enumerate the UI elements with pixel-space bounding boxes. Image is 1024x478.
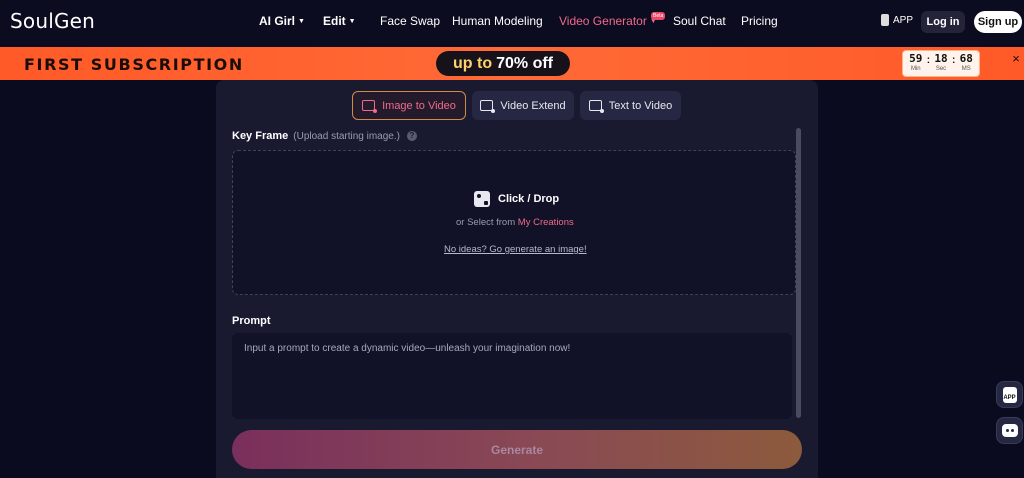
prompt-input[interactable] [232,333,792,419]
login-button[interactable]: Log in [921,11,965,33]
tab-video-extend-label: Video Extend [500,99,566,112]
nav-pricing[interactable]: Pricing [741,14,778,28]
soulgen-logo[interactable]: SoulGen [10,9,95,33]
generate-button[interactable]: Generate [232,430,802,469]
key-frame-label: Key Frame [232,130,289,142]
dice-upload-icon [474,191,490,207]
countdown-timer: 59 Min : 18 Sec : 68 MS [902,50,980,77]
tab-text-to-video[interactable]: Text to Video [580,91,681,120]
select-prefix: or Select from [456,217,518,228]
key-frame-hint: (Upload starting image.) [293,130,400,142]
app-download-link[interactable]: APP [881,14,913,26]
timer-ms-value: 68 [959,51,973,65]
timer-minutes: 59 Min [909,51,923,74]
dropzone-title[interactable]: Click / Drop [474,191,559,207]
promo-banner[interactable]: FIRST SUBSCRIPTION up to 70% off [0,47,1024,80]
timer-sec-value: 18 [934,51,948,65]
tab-text-to-video-label: Text to Video [608,99,673,112]
timer-min-value: 59 [909,51,923,65]
select-from-creations: or Select from My Creations [456,217,574,228]
tab-image-to-video-label: Image to Video [382,99,456,112]
caret-down-icon: ▼ [298,18,305,25]
phone-icon [881,14,889,26]
nav-ai-girl[interactable]: AI Girl ▼ [259,14,305,28]
timer-min-label: Min [910,65,921,72]
signup-button[interactable]: Sign up [974,11,1022,33]
prompt-label: Prompt [232,315,271,327]
timer-ms-label: MS [961,65,971,72]
app-label: APP [893,14,914,26]
nav-edit-label: Edit [323,14,346,28]
panel-scrollbar[interactable] [796,128,801,418]
timer-separator: : [926,55,931,66]
top-header: SoulGen AI Girl ▼ Edit ▼ Face Swap Human M… [0,0,1024,44]
nav-ai-girl-label: AI Girl [259,14,296,28]
tab-image-to-video[interactable]: Image to Video [352,91,466,120]
timer-ms: 68 MS [959,51,973,74]
image-video-icon [362,100,378,113]
close-icon[interactable]: × [1009,52,1023,66]
beta-badge: Beta [651,12,666,20]
caret-down-icon: ▼ [348,18,356,25]
nav-soul-chat[interactable]: Soul Chat [673,14,726,28]
timer-seconds: 18 Sec [934,51,948,74]
side-app-button[interactable]: APP [996,381,1023,408]
promo-percent: 70% off [496,54,553,72]
video-extend-icon [480,100,496,113]
nav-edit[interactable]: Edit ▼ [323,14,356,28]
generate-image-link[interactable]: No ideas? Go generate an image! [444,244,587,255]
side-chat-button[interactable] [996,417,1023,444]
dropzone-title-label: Click / Drop [498,193,560,205]
nav-video-generator[interactable]: Video Generator ▼ [559,14,657,28]
promo-up-to: up to [453,54,493,72]
timer-separator: : [951,55,956,66]
my-creations-link[interactable]: My Creations [518,217,574,228]
nav-face-swap[interactable]: Face Swap [380,14,440,28]
app-icon: APP [1002,386,1017,403]
nav-video-generator-label: Video Generator [559,14,647,28]
timer-sec-label: Sec [935,65,947,72]
promo-title: FIRST SUBSCRIPTION [24,55,244,74]
tab-video-extend[interactable]: Video Extend [472,91,574,120]
key-frame-label-row: Key Frame (Upload starting image.) ? [232,130,417,142]
help-icon[interactable]: ? [406,131,417,141]
chat-bot-icon [1001,424,1018,437]
nav-human-modeling[interactable]: Human Modeling [452,14,543,28]
promo-discount-pill: up to 70% off [436,51,570,76]
text-video-icon [588,100,604,113]
